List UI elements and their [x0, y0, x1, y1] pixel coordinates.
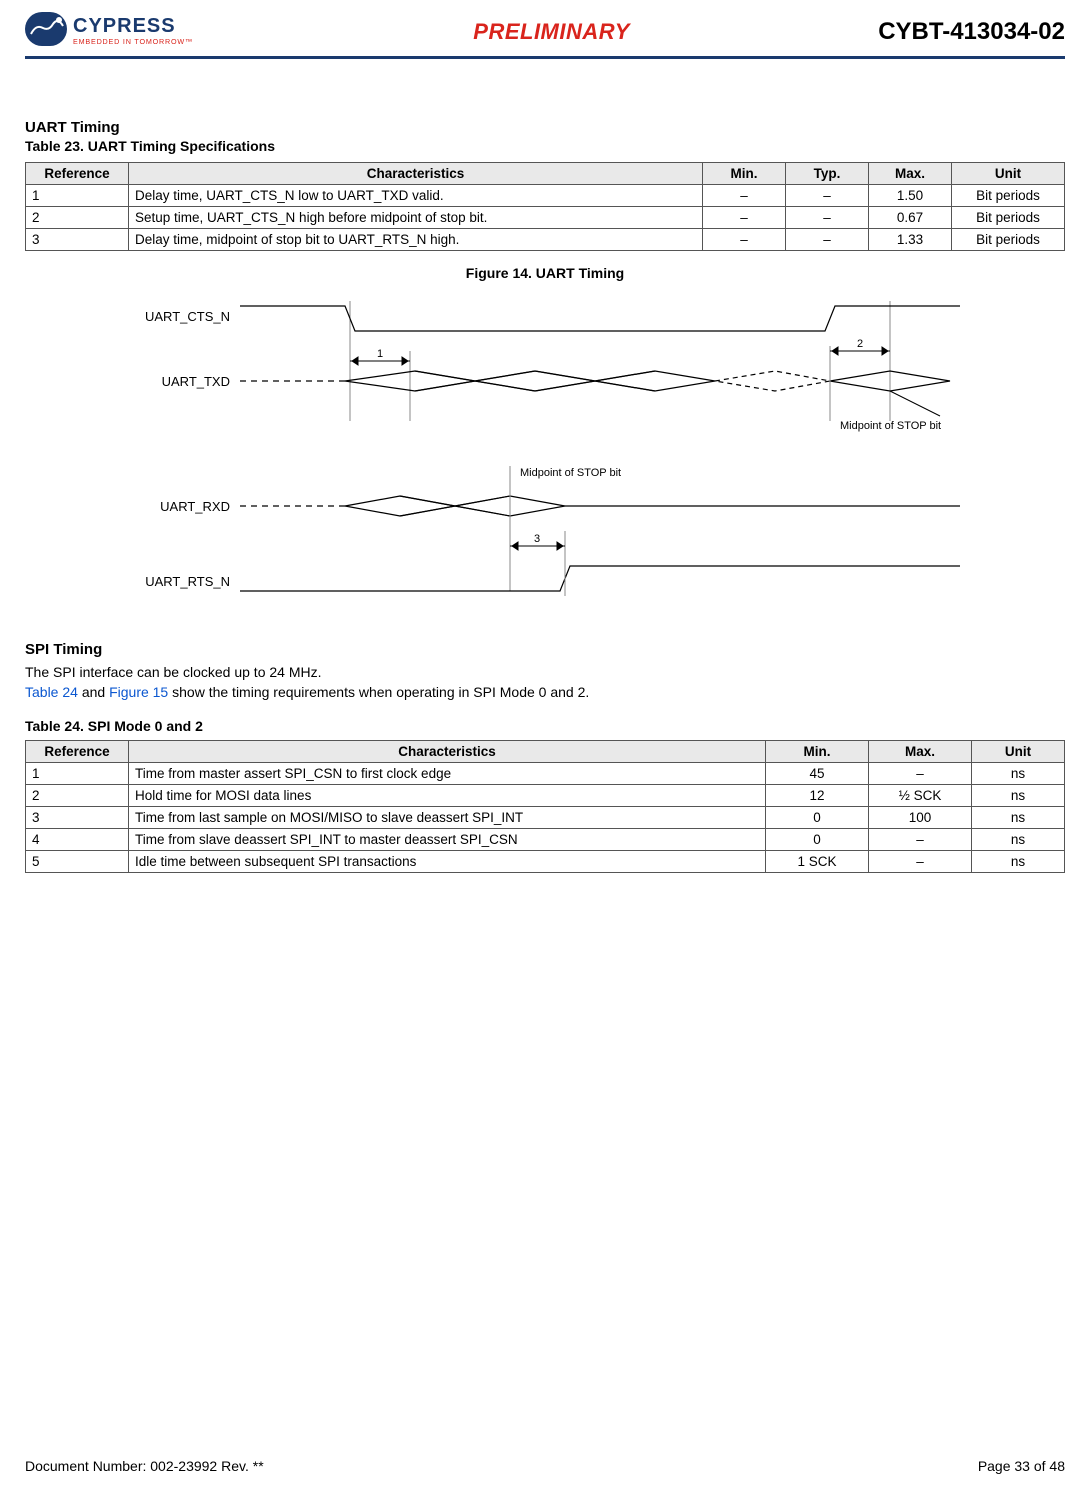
cell-max: – [869, 829, 972, 851]
cell-char: Setup time, UART_CTS_N high before midpo… [129, 207, 703, 229]
cell-max: ½ SCK [869, 785, 972, 807]
cell-ref: 5 [26, 851, 129, 873]
cell-unit: Bit periods [952, 229, 1065, 251]
cell-max: 0.67 [869, 207, 952, 229]
cell-min: 0 [766, 829, 869, 851]
cell-min: – [703, 207, 786, 229]
cell-char: Delay time, midpoint of stop bit to UART… [129, 229, 703, 251]
link-figure15[interactable]: Figure 15 [109, 684, 168, 700]
label-midstop-lower: Midpoint of STOP bit [520, 467, 621, 479]
label-txd: UART_TXD [162, 374, 230, 389]
marker-1: 1 [377, 348, 383, 360]
doc-number: Document Number: 002-23992 Rev. ** [25, 1458, 264, 1474]
text: and [78, 684, 109, 700]
table-header-row: Reference Characteristics Min. Max. Unit [26, 741, 1065, 763]
table-row: 4 Time from slave deassert SPI_INT to ma… [26, 829, 1065, 851]
cell-ref: 4 [26, 829, 129, 851]
cell-char: Delay time, UART_CTS_N low to UART_TXD v… [129, 185, 703, 207]
table-row: 1 Time from master assert SPI_CSN to fir… [26, 763, 1065, 785]
logo-subtext: EMBEDDED IN TOMORROW™ [73, 37, 193, 46]
label-midstop-upper: Midpoint of STOP bit [840, 420, 941, 432]
cell-min: 1 SCK [766, 851, 869, 873]
cypress-logo-icon: CYPRESS EMBEDDED IN TOMORROW™ [25, 10, 225, 54]
cell-typ: – [786, 229, 869, 251]
th-min: Min. [703, 163, 786, 185]
table23-caption: Table 23. UART Timing Specifications [25, 138, 1065, 154]
page-footer: Document Number: 002-23992 Rev. ** Page … [25, 1458, 1065, 1474]
cell-char: Time from master assert SPI_CSN to first… [129, 763, 766, 785]
cell-unit: Bit periods [952, 185, 1065, 207]
cell-max: 1.50 [869, 185, 952, 207]
cell-unit: ns [972, 851, 1065, 873]
page-header: CYPRESS EMBEDDED IN TOMORROW™ PRELIMINAR… [25, 10, 1065, 59]
cell-ref: 1 [26, 185, 129, 207]
figure14-caption: Figure 14. UART Timing [25, 265, 1065, 281]
cell-min: 12 [766, 785, 869, 807]
table-row: 3 Time from last sample on MOSI/MISO to … [26, 807, 1065, 829]
cell-char: Time from slave deassert SPI_INT to mast… [129, 829, 766, 851]
th-char: Characteristics [129, 163, 703, 185]
cell-unit: ns [972, 807, 1065, 829]
cell-min: – [703, 185, 786, 207]
figure14-diagram: UART_CTS_N UART_TXD 1 [120, 291, 970, 611]
cell-unit: ns [972, 785, 1065, 807]
cell-max: – [869, 851, 972, 873]
th-unit: Unit [972, 741, 1065, 763]
cell-char: Hold time for MOSI data lines [129, 785, 766, 807]
cell-char: Time from last sample on MOSI/MISO to sl… [129, 807, 766, 829]
th-ref: Reference [26, 163, 129, 185]
cell-ref: 3 [26, 229, 129, 251]
cell-max: 100 [869, 807, 972, 829]
cell-max: 1.33 [869, 229, 952, 251]
cell-unit: ns [972, 763, 1065, 785]
cell-ref: 3 [26, 807, 129, 829]
table-row: 2 Setup time, UART_CTS_N high before mid… [26, 207, 1065, 229]
cell-ref: 2 [26, 785, 129, 807]
th-max: Max. [869, 163, 952, 185]
table-row: 2 Hold time for MOSI data lines 12 ½ SCK… [26, 785, 1065, 807]
logo-block: CYPRESS EMBEDDED IN TOMORROW™ [25, 10, 225, 54]
logo-text: CYPRESS [73, 15, 176, 37]
marker-3: 3 [534, 533, 540, 545]
page-number: Page 33 of 48 [978, 1458, 1065, 1474]
cell-max: – [869, 763, 972, 785]
table-row: 3 Delay time, midpoint of stop bit to UA… [26, 229, 1065, 251]
table-header-row: Reference Characteristics Min. Typ. Max.… [26, 163, 1065, 185]
label-rts: UART_RTS_N [145, 574, 230, 589]
cell-min: 45 [766, 763, 869, 785]
cell-ref: 1 [26, 763, 129, 785]
part-number: CYBT-413034-02 [878, 18, 1065, 46]
cell-unit: ns [972, 829, 1065, 851]
cell-typ: – [786, 185, 869, 207]
label-cts: UART_CTS_N [145, 309, 230, 324]
cell-min: 0 [766, 807, 869, 829]
spi-line1: The SPI interface can be clocked up to 2… [25, 664, 1065, 680]
th-unit: Unit [952, 163, 1065, 185]
table-row: 5 Idle time between subsequent SPI trans… [26, 851, 1065, 873]
table23: Reference Characteristics Min. Typ. Max.… [25, 162, 1065, 251]
cell-unit: Bit periods [952, 207, 1065, 229]
text: show the timing requirements when operat… [168, 684, 589, 700]
uart-heading: UART Timing [25, 119, 1065, 136]
th-typ: Typ. [786, 163, 869, 185]
table24: Reference Characteristics Min. Max. Unit… [25, 740, 1065, 873]
link-table24[interactable]: Table 24 [25, 684, 78, 700]
th-min: Min. [766, 741, 869, 763]
cell-min: – [703, 229, 786, 251]
cell-ref: 2 [26, 207, 129, 229]
th-ref: Reference [26, 741, 129, 763]
marker-2: 2 [857, 338, 863, 350]
spi-heading: SPI Timing [25, 641, 1065, 658]
th-char: Characteristics [129, 741, 766, 763]
label-rxd: UART_RXD [160, 499, 230, 514]
spi-line2: Table 24 and Figure 15 show the timing r… [25, 684, 1065, 700]
table24-caption: Table 24. SPI Mode 0 and 2 [25, 718, 1065, 734]
cell-typ: – [786, 207, 869, 229]
table-row: 1 Delay time, UART_CTS_N low to UART_TXD… [26, 185, 1065, 207]
cell-char: Idle time between subsequent SPI transac… [129, 851, 766, 873]
preliminary-label: PRELIMINARY [473, 19, 630, 45]
th-max: Max. [869, 741, 972, 763]
